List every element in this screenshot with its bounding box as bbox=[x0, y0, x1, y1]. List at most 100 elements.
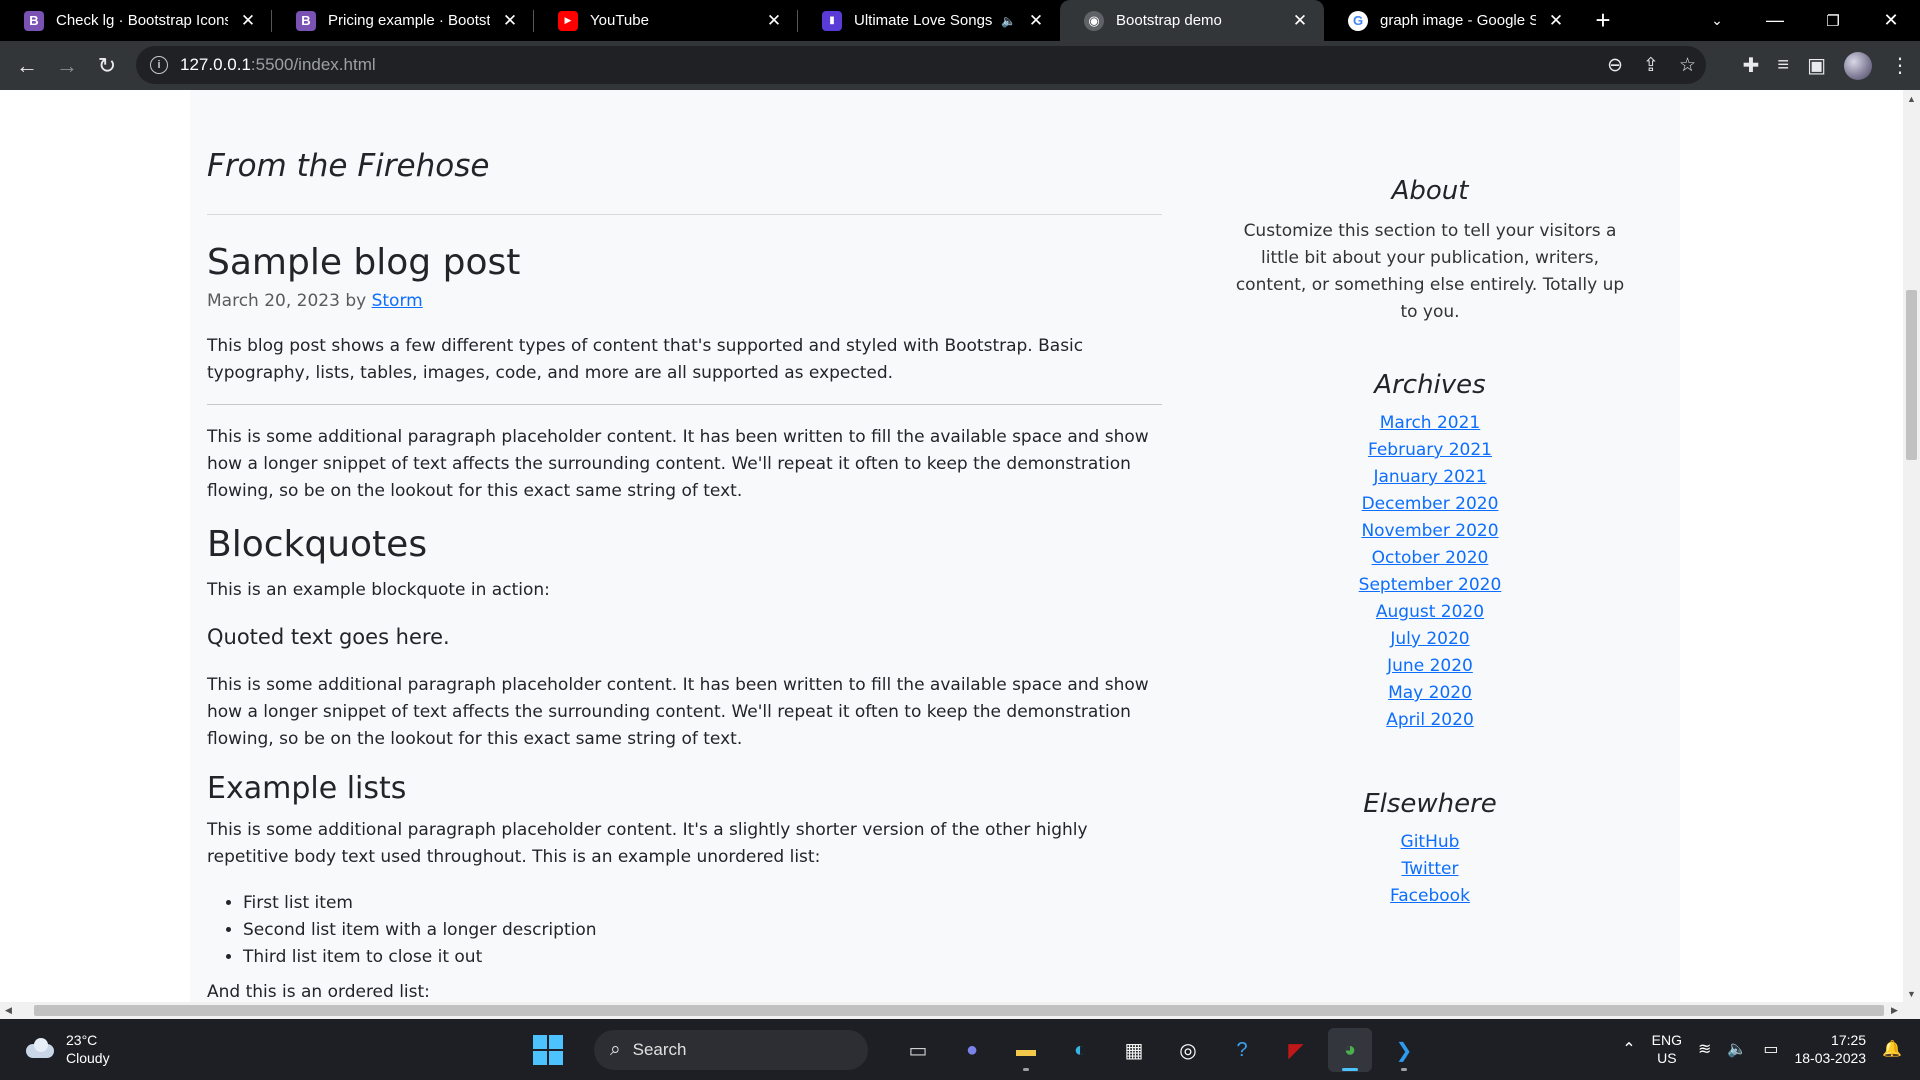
temperature: 23°C bbox=[66, 1032, 98, 1048]
post-intro: This blog post shows a few different typ… bbox=[207, 336, 1084, 383]
back-arrow-icon[interactable]: ← bbox=[7, 46, 47, 86]
bookmark-star-icon[interactable]: ☆ bbox=[1679, 54, 1696, 77]
blockquote-intro: This is an example blockquote in action: bbox=[207, 580, 550, 600]
unordered-list: First list item Second list item with a … bbox=[243, 890, 597, 971]
forward-arrow-icon[interactable]: → bbox=[47, 46, 87, 86]
microsoft-store-icon[interactable]: ▦ bbox=[1112, 1028, 1156, 1072]
tab-bootstrap-demo[interactable]: ◉ Bootstrap demo ✕ bbox=[1060, 0, 1324, 41]
close-icon[interactable]: ✕ bbox=[1290, 11, 1310, 31]
post-meta: March 20, 2023 by Storm bbox=[207, 291, 423, 311]
scrollbar-thumb[interactable] bbox=[1906, 290, 1917, 460]
edge-browser-icon[interactable]: ◐ bbox=[1058, 1028, 1102, 1072]
side-panel-icon[interactable]: ▣ bbox=[1807, 53, 1826, 78]
tab-title: YouTube bbox=[590, 12, 649, 29]
url-text[interactable]: 127.0.0.1:5500/index.html bbox=[180, 55, 376, 75]
teams-chat-icon[interactable]: ● bbox=[950, 1028, 994, 1072]
volume-icon[interactable]: 🔈 bbox=[1727, 1039, 1747, 1059]
tab-title: Ultimate Love Songs (H bbox=[854, 12, 995, 29]
tab-search-chevron-icon[interactable]: ⌄ bbox=[1688, 0, 1746, 41]
new-tab-button[interactable]: + bbox=[1580, 0, 1626, 41]
tab-youtube[interactable]: ▶ YouTube ✕ bbox=[534, 0, 798, 41]
tab-title: Pricing example · Bootstrap bbox=[328, 12, 490, 29]
task-view-icon[interactable]: ▭ bbox=[896, 1028, 940, 1072]
archive-link[interactable]: November 2020 bbox=[1235, 518, 1625, 545]
vertical-scrollbar[interactable]: ▲ ▼ bbox=[1903, 90, 1920, 1002]
address-bar[interactable]: i 127.0.0.1:5500/index.html ⊖ ⇪ ☆ bbox=[136, 46, 1706, 84]
profile-avatar[interactable] bbox=[1844, 51, 1872, 80]
zoom-icon[interactable]: ⊖ bbox=[1607, 54, 1623, 77]
windows-taskbar: 23°C Cloudy ⌕ Search ▭ ● ▬ ◐ ▦ ◎ ? ◤ ◕ ❯… bbox=[0, 1019, 1920, 1080]
weather-condition: Cloudy bbox=[66, 1050, 110, 1066]
tab-pricing-example[interactable]: B Pricing example · Bootstrap ✕ bbox=[272, 0, 534, 41]
language-code: ENG bbox=[1651, 1032, 1682, 1048]
minimize-icon[interactable]: — bbox=[1746, 0, 1804, 41]
scroll-left-arrow-icon[interactable]: ◀ bbox=[0, 1002, 17, 1019]
omnibox-actions: ⊖ ⇪ ☆ bbox=[1607, 54, 1696, 77]
taskbar-search[interactable]: ⌕ Search bbox=[594, 1030, 868, 1070]
app-logo-icon[interactable]: ◎ bbox=[1166, 1028, 1210, 1072]
archive-link[interactable]: May 2020 bbox=[1235, 680, 1625, 707]
scrollbar-thumb[interactable] bbox=[34, 1005, 1884, 1016]
site-info-icon[interactable]: i bbox=[150, 56, 168, 74]
github-link[interactable]: GitHub bbox=[1235, 829, 1625, 856]
date: 18-03-2023 bbox=[1794, 1050, 1867, 1066]
horizontal-scrollbar[interactable]: ◀ ▶ bbox=[0, 1002, 1920, 1019]
mcafee-icon[interactable]: ◤ bbox=[1274, 1028, 1318, 1072]
globe-icon: ◉ bbox=[1084, 10, 1104, 31]
twitter-link[interactable]: Twitter bbox=[1235, 856, 1625, 883]
tab-bootstrap-icons[interactable]: B Check lg · Bootstrap Icons ✕ bbox=[0, 0, 272, 41]
list-item: Third list item to close it out bbox=[243, 944, 597, 971]
battery-icon[interactable]: ▭ bbox=[1763, 1039, 1778, 1059]
region-code: US bbox=[1657, 1050, 1677, 1066]
restore-icon[interactable]: ❐ bbox=[1804, 0, 1862, 41]
close-icon[interactable]: ✕ bbox=[238, 11, 258, 31]
chrome-icon[interactable]: ◕ bbox=[1328, 1028, 1372, 1072]
list-item: First list item bbox=[243, 890, 597, 917]
window-controls: ⌄ — ❐ ✕ bbox=[1688, 0, 1920, 41]
archive-link[interactable]: January 2021 bbox=[1235, 464, 1625, 491]
start-button[interactable] bbox=[526, 1028, 570, 1072]
extensions-puzzle-icon[interactable]: ✚ bbox=[1743, 53, 1760, 78]
vscode-icon[interactable]: ❯ bbox=[1382, 1028, 1426, 1072]
scroll-right-arrow-icon[interactable]: ▶ bbox=[1886, 1002, 1903, 1019]
toolbar-right-actions: ✚ ≡ ▣ ⋮ bbox=[1743, 41, 1910, 90]
archive-link[interactable]: April 2020 bbox=[1235, 707, 1625, 734]
file-explorer-icon[interactable]: ▬ bbox=[1004, 1028, 1048, 1072]
archive-link[interactable]: September 2020 bbox=[1235, 572, 1625, 599]
notification-bell-icon[interactable]: 🔔 bbox=[1882, 1039, 1902, 1059]
chevron-up-icon[interactable]: ⌃ bbox=[1622, 1039, 1635, 1059]
share-icon[interactable]: ⇪ bbox=[1643, 54, 1659, 77]
scroll-down-arrow-icon[interactable]: ▼ bbox=[1903, 985, 1920, 1002]
tab-ultimate-love-songs[interactable]: ▮ Ultimate Love Songs (H 🔈 ✕ bbox=[798, 0, 1060, 41]
close-icon[interactable]: ✕ bbox=[500, 11, 520, 31]
archive-link[interactable]: July 2020 bbox=[1235, 626, 1625, 653]
archive-link[interactable]: October 2020 bbox=[1235, 545, 1625, 572]
page-viewport: From the Firehose Sample blog post March… bbox=[0, 90, 1903, 1002]
close-icon[interactable]: ✕ bbox=[1026, 11, 1046, 31]
archive-link[interactable]: December 2020 bbox=[1235, 491, 1625, 518]
clock[interactable]: 17:25 18-03-2023 bbox=[1794, 1031, 1866, 1067]
scroll-up-arrow-icon[interactable]: ▲ bbox=[1903, 90, 1920, 107]
archive-link[interactable]: August 2020 bbox=[1235, 599, 1625, 626]
help-icon[interactable]: ? bbox=[1220, 1028, 1264, 1072]
language-indicator[interactable]: ENG US bbox=[1652, 1031, 1682, 1067]
archive-link[interactable]: February 2021 bbox=[1235, 437, 1625, 464]
close-icon[interactable]: ✕ bbox=[1546, 11, 1566, 31]
archive-link[interactable]: June 2020 bbox=[1235, 653, 1625, 680]
weather-widget[interactable]: 23°C Cloudy bbox=[22, 1031, 110, 1067]
kebab-menu-icon[interactable]: ⋮ bbox=[1890, 53, 1910, 78]
reload-icon[interactable]: ↻ bbox=[87, 46, 127, 86]
speaker-mute-icon[interactable]: 🔈 bbox=[1001, 14, 1016, 28]
close-icon[interactable]: ✕ bbox=[764, 11, 784, 31]
author-link[interactable]: Storm bbox=[372, 291, 423, 311]
close-window-icon[interactable]: ✕ bbox=[1862, 0, 1920, 41]
lists-heading: Example lists bbox=[207, 771, 407, 806]
tab-google-search[interactable]: G graph image - Google Sear ✕ bbox=[1324, 0, 1580, 41]
archive-link[interactable]: March 2021 bbox=[1235, 410, 1625, 437]
windows-logo-icon bbox=[533, 1035, 563, 1065]
search-placeholder: Search bbox=[632, 1040, 687, 1059]
system-tray: ⌃ ENG US ≋ 🔈 ▭ 17:25 18-03-2023 🔔 bbox=[1622, 1029, 1902, 1069]
wifi-icon[interactable]: ≋ bbox=[1698, 1039, 1711, 1059]
media-control-icon[interactable]: ≡ bbox=[1777, 54, 1789, 77]
facebook-link[interactable]: Facebook bbox=[1235, 883, 1625, 910]
